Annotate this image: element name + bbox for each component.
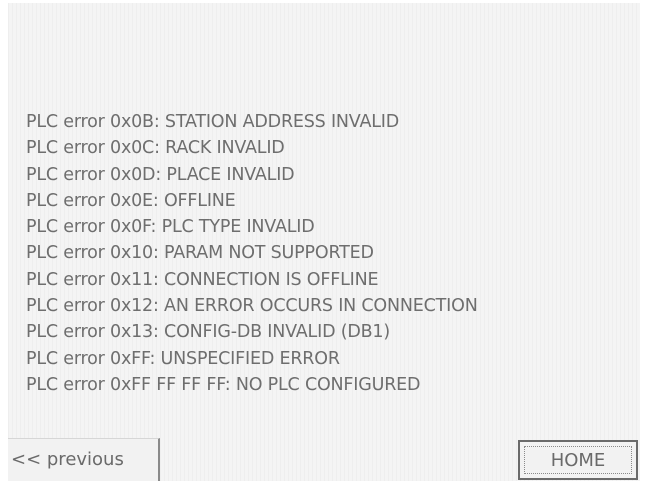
error-message: AN ERROR OCCURS IN CONNECTION	[164, 296, 478, 317]
error-row: PLC error 0x12: AN ERROR OCCURS IN CONNE…	[26, 293, 478, 319]
error-separator: :	[152, 190, 164, 211]
error-code: PLC error 0xFF	[26, 348, 150, 369]
error-separator: :	[155, 164, 167, 185]
error-separator: :	[152, 322, 165, 343]
error-separator: :	[152, 243, 165, 264]
error-code: PLC error 0x0D	[26, 164, 156, 185]
error-row: PLC error 0x0B: STATION ADDRESS INVALID	[26, 109, 478, 135]
error-row: PLC error 0x10: PARAM NOT SUPPORTED	[26, 240, 478, 266]
error-code: PLC error 0x10	[26, 243, 153, 264]
home-button[interactable]: HOME	[518, 440, 638, 480]
error-separator: :	[150, 217, 162, 238]
error-message: NO PLC CONFIGURED	[235, 374, 421, 395]
previous-button[interactable]: << previous	[8, 438, 160, 481]
error-message: PARAM NOT SUPPORTED	[164, 243, 374, 264]
error-code: PLC error 0x0C	[26, 138, 155, 159]
error-message: STATION ADDRESS INVALID	[164, 112, 400, 132]
error-code: PLC error 0xFF FF FF FF	[26, 374, 225, 395]
hmi-screen: PLC error 0x0B: STATION ADDRESS INVALID P…	[8, 3, 640, 481]
error-code: PLC error 0x0B	[26, 112, 154, 132]
error-message: CONNECTION IS OFFLINE	[164, 269, 379, 290]
error-separator: :	[149, 348, 161, 369]
error-row: PLC error 0x13: CONFIG-DB INVALID (DB1)	[26, 319, 478, 345]
error-code: PLC error 0x13	[26, 322, 153, 343]
error-row: PLC error 0xFF FF FF FF: NO PLC CONFIGUR…	[26, 372, 478, 398]
error-message: CONFIG-DB INVALID (DB1)	[164, 322, 390, 343]
error-code: PLC error 0x0F	[26, 217, 151, 238]
error-list: PLC error 0x0B: STATION ADDRESS INVALID P…	[26, 109, 478, 398]
error-separator: :	[152, 269, 165, 290]
error-row: PLC error 0x0C: RACK INVALID	[26, 135, 478, 161]
error-row: PLC error 0xFF: UNSPECIFIED ERROR	[26, 346, 478, 372]
error-separator: :	[154, 138, 166, 159]
error-row: PLC error 0x11: CONNECTION IS OFFLINE	[26, 267, 478, 293]
error-message: UNSPECIFIED ERROR	[160, 348, 340, 369]
error-message: RACK INVALID	[165, 138, 285, 159]
error-separator: :	[152, 296, 165, 317]
home-button-label: HOME	[524, 446, 632, 474]
error-message: PLACE INVALID	[166, 164, 295, 185]
error-separator: :	[224, 374, 236, 395]
error-row: PLC error 0x0D: PLACE INVALID	[26, 162, 478, 188]
error-code: PLC error 0x0E	[26, 190, 153, 211]
error-row: PLC error 0x0E: OFFLINE	[26, 188, 478, 214]
error-code: PLC error 0x11	[26, 269, 153, 290]
error-code: PLC error 0x12	[26, 296, 153, 317]
error-row: PLC error 0x0F: PLC TYPE INVALID	[26, 214, 478, 240]
error-message: PLC TYPE INVALID	[161, 217, 315, 238]
error-separator: :	[153, 112, 165, 132]
error-message: OFFLINE	[163, 190, 236, 211]
